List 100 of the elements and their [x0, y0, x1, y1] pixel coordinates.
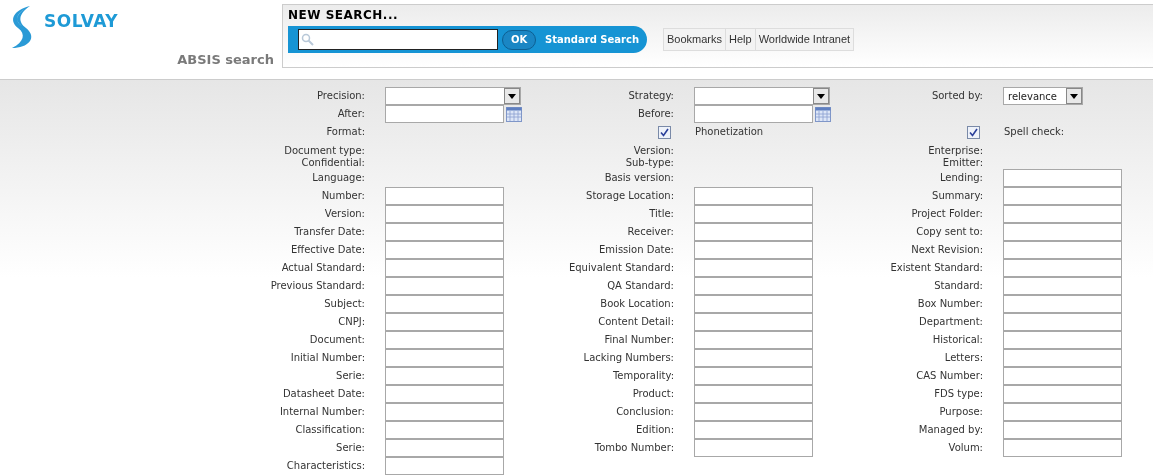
text-field[interactable]	[1003, 367, 1122, 385]
field-label: Sub-type:	[625, 157, 674, 169]
text-field[interactable]	[1003, 259, 1122, 277]
text-field[interactable]	[1003, 187, 1122, 205]
text-field[interactable]	[694, 259, 813, 277]
field-label: Spell check:	[1004, 126, 1065, 138]
app-title: ABSIS search	[177, 51, 274, 69]
text-field[interactable]	[694, 331, 813, 349]
text-field[interactable]	[385, 421, 504, 439]
field-label: Previous Standard:	[270, 280, 365, 292]
text-field[interactable]	[1003, 313, 1122, 331]
nav-link[interactable]: Help	[725, 29, 755, 50]
field-label: Confidential:	[301, 157, 365, 169]
caret-icon	[817, 93, 825, 99]
field-label: Serie:	[336, 370, 365, 382]
nav-link[interactable]: Bookmarks	[664, 29, 726, 50]
text-field[interactable]	[694, 277, 813, 295]
field-label: QA Standard:	[607, 280, 674, 292]
checkmark-icon	[660, 127, 669, 137]
text-field[interactable]	[1003, 169, 1122, 187]
field-label: Content Detail:	[598, 316, 674, 328]
text-field[interactable]	[1003, 385, 1122, 403]
text-field[interactable]	[1003, 295, 1122, 313]
text-field[interactable]	[1003, 241, 1122, 259]
text-field[interactable]	[385, 313, 504, 331]
text-field[interactable]	[385, 385, 504, 403]
text-field[interactable]	[385, 205, 504, 223]
text-field[interactable]	[1003, 277, 1122, 295]
field-label: Document:	[309, 334, 365, 346]
field-label: Existent Standard:	[890, 262, 983, 274]
text-field[interactable]	[385, 331, 504, 349]
text-field[interactable]	[694, 241, 813, 259]
field-label: Project Folder:	[911, 208, 983, 220]
field-label: After:	[337, 108, 365, 120]
field-label: Next Revision:	[911, 244, 983, 256]
text-field[interactable]	[694, 223, 813, 241]
field-label: Initial Number:	[290, 352, 365, 364]
field-label: FDS type:	[934, 388, 983, 400]
select-field[interactable]	[385, 87, 521, 105]
date-field[interactable]	[385, 105, 504, 123]
text-field[interactable]	[385, 439, 504, 457]
field-label: Standard:	[934, 280, 983, 292]
text-field[interactable]	[385, 277, 504, 295]
field-label: Effective Date:	[290, 244, 365, 256]
text-field[interactable]	[1003, 439, 1122, 457]
search-field[interactable]	[298, 29, 498, 50]
text-field[interactable]	[385, 403, 504, 421]
field-label: Storage Location:	[586, 190, 674, 202]
field-label: Language:	[312, 172, 365, 184]
field-label: Volum:	[948, 442, 983, 454]
text-field[interactable]	[694, 205, 813, 223]
field-label: Classification:	[295, 424, 365, 436]
field-label: Equivalent Standard:	[568, 262, 674, 274]
text-field[interactable]	[1003, 349, 1122, 367]
ok-button[interactable]: OK	[502, 29, 536, 50]
text-field[interactable]	[385, 457, 504, 475]
text-field[interactable]	[385, 223, 504, 241]
text-field[interactable]	[385, 241, 504, 259]
panel-title: NEW SEARCH...	[288, 8, 399, 22]
text-field[interactable]	[694, 349, 813, 367]
text-field[interactable]	[385, 295, 504, 313]
checkbox[interactable]	[967, 125, 980, 139]
text-field[interactable]	[385, 367, 504, 385]
field-label: Strategy:	[628, 90, 674, 102]
text-field[interactable]	[385, 259, 504, 277]
field-label: Department:	[919, 316, 983, 328]
text-field[interactable]	[694, 367, 813, 385]
checkbox[interactable]	[658, 125, 671, 139]
text-field[interactable]	[694, 187, 813, 205]
field-label: Datasheet Date:	[282, 388, 365, 400]
field-label: Version:	[324, 208, 365, 220]
text-field[interactable]	[1003, 205, 1122, 223]
text-field[interactable]	[1003, 403, 1122, 421]
field-label: Actual Standard:	[281, 262, 365, 274]
field-label: Tombo Number:	[594, 442, 674, 454]
text-field[interactable]	[694, 421, 813, 439]
field-label: Temporality:	[612, 370, 674, 382]
search-icon	[301, 33, 314, 46]
text-field[interactable]	[385, 187, 504, 205]
text-field[interactable]	[694, 385, 813, 403]
text-field[interactable]	[385, 349, 504, 367]
dropdown-button[interactable]	[813, 88, 829, 104]
select-field[interactable]	[694, 87, 830, 105]
text-field[interactable]	[1003, 331, 1122, 349]
field-label: Sorted by:	[931, 90, 983, 102]
date-field[interactable]	[694, 105, 813, 123]
select-field[interactable]: relevance	[1003, 87, 1083, 105]
text-field[interactable]	[694, 403, 813, 421]
dropdown-button[interactable]	[1066, 88, 1082, 104]
text-field[interactable]	[694, 439, 813, 457]
text-field[interactable]	[694, 313, 813, 331]
field-label: Characteristics:	[286, 460, 365, 472]
caret-icon	[508, 93, 516, 99]
dropdown-button[interactable]	[504, 88, 520, 104]
text-field[interactable]	[694, 295, 813, 313]
caret-icon	[1070, 93, 1078, 99]
text-field[interactable]	[1003, 421, 1122, 439]
text-field[interactable]	[1003, 223, 1122, 241]
nav-link[interactable]: Worldwide Intranet	[754, 29, 854, 50]
checkmark-icon	[969, 127, 978, 137]
